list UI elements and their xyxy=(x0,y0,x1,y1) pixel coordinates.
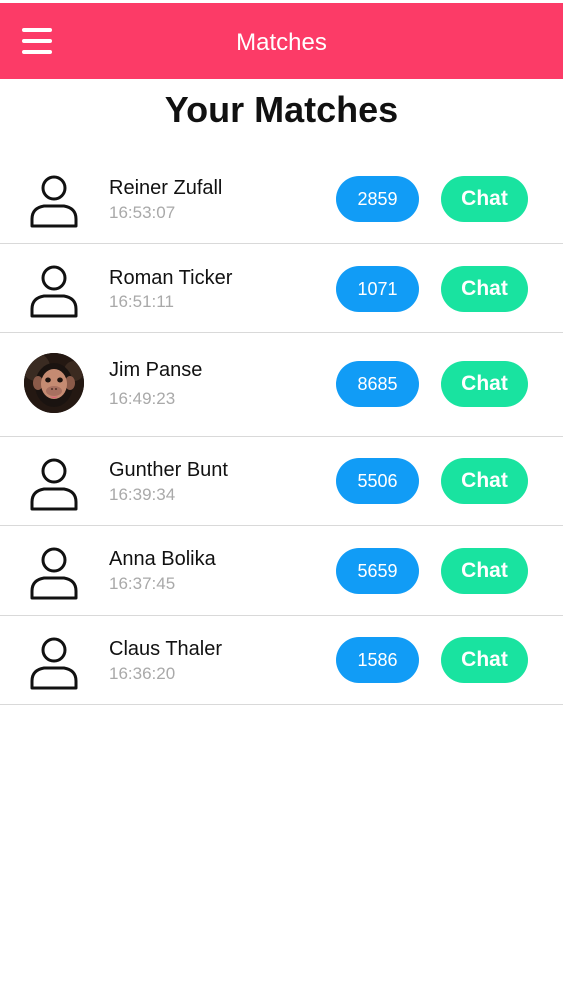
match-time: 16:39:34 xyxy=(109,485,176,504)
chat-button[interactable]: Chat xyxy=(441,458,528,504)
match-time: 16:53:07 xyxy=(109,203,176,222)
match-row[interactable]: Jim Panse 16:49:23 8685 Chat xyxy=(0,333,563,437)
match-time: 16:51:11 xyxy=(109,292,174,311)
header-title: Matches xyxy=(236,29,327,56)
chat-button[interactable]: Chat xyxy=(441,361,528,407)
match-time: 16:36:20 xyxy=(109,664,176,683)
chat-button[interactable]: Chat xyxy=(441,266,528,312)
score-button[interactable]: 1071 xyxy=(336,266,419,312)
match-name: Roman Ticker xyxy=(109,267,233,289)
match-row[interactable]: Gunther Bunt 16:39:34 5506 Chat xyxy=(0,437,563,526)
match-name: Claus Thaler xyxy=(109,638,223,660)
matches-screen: Matches Your Matches Reiner Zufall 16:53… xyxy=(0,0,563,1000)
user-outline-icon xyxy=(24,453,84,513)
match-name: Jim Panse xyxy=(109,359,203,381)
match-name: Reiner Zufall xyxy=(109,177,223,199)
score-button[interactable]: 2859 xyxy=(336,176,419,222)
match-list: Reiner Zufall 16:53:07 2859 Chat Roman T… xyxy=(0,154,563,705)
match-row[interactable]: Reiner Zufall 16:53:07 2859 Chat xyxy=(0,154,563,244)
user-outline-icon xyxy=(24,542,84,602)
score-button[interactable]: 8685 xyxy=(336,361,419,407)
match-name: Gunther Bunt xyxy=(109,459,228,481)
user-outline-icon xyxy=(24,260,84,320)
match-name: Anna Bolika xyxy=(109,548,216,570)
avatar-photo xyxy=(24,353,84,413)
match-row[interactable]: Anna Bolika 16:37:45 5659 Chat xyxy=(0,526,563,616)
match-row[interactable]: Claus Thaler 16:36:20 1586 Chat xyxy=(0,616,563,705)
chat-button[interactable]: Chat xyxy=(441,637,528,683)
chat-button[interactable]: Chat xyxy=(441,176,528,222)
score-button[interactable]: 1586 xyxy=(336,637,419,683)
top-navigation-bar: Matches xyxy=(0,3,563,79)
match-time: 16:49:23 xyxy=(109,389,176,408)
user-outline-icon xyxy=(24,170,84,230)
match-row[interactable]: Roman Ticker 16:51:11 1071 Chat xyxy=(0,244,563,333)
chat-button[interactable]: Chat xyxy=(441,548,528,594)
match-time: 16:37:45 xyxy=(109,574,176,593)
user-outline-icon xyxy=(24,632,84,692)
page-title: Your Matches xyxy=(164,89,399,130)
score-button[interactable]: 5506 xyxy=(336,458,419,504)
score-button[interactable]: 5659 xyxy=(336,548,419,594)
